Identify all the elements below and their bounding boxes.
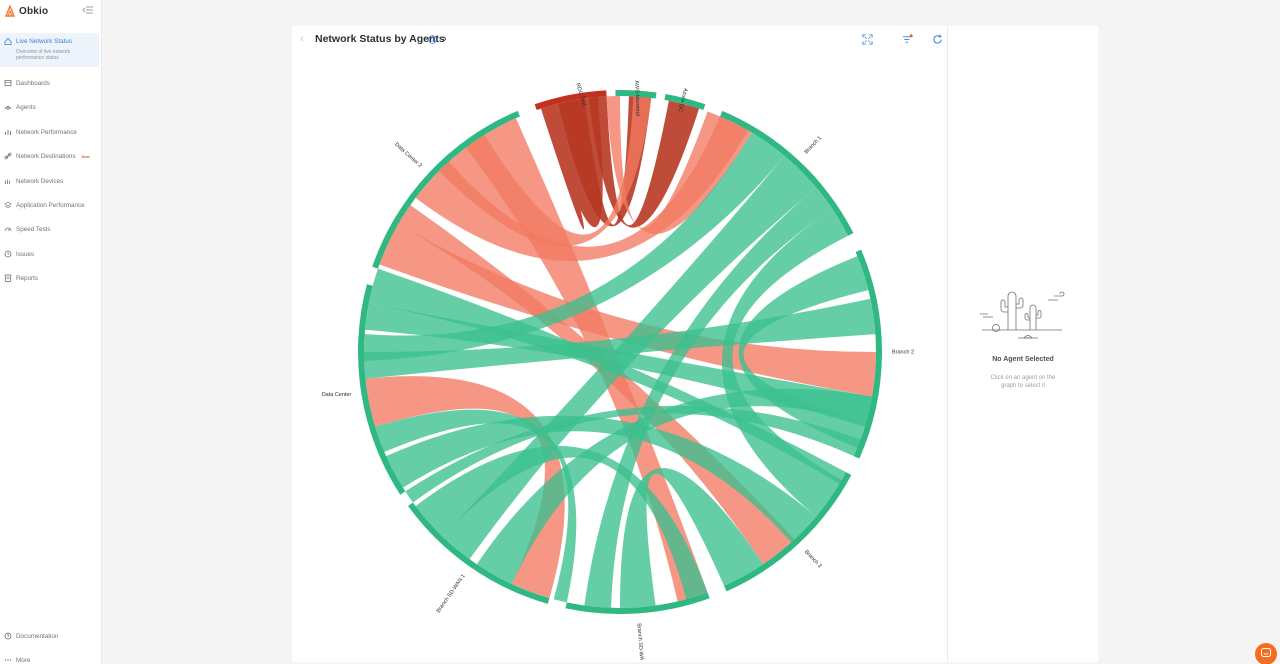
devices-icon <box>5 179 10 184</box>
agent-label-branch3[interactable]: Branch 3 <box>803 549 822 569</box>
agent-label-aws-montreal[interactable]: AWS-Montreal <box>633 80 640 116</box>
report-icon <box>4 274 12 282</box>
next-view-icon[interactable]: › <box>443 33 451 45</box>
fullscreen-icon[interactable] <box>862 34 873 45</box>
collapse-sidebar-icon[interactable] <box>82 5 94 15</box>
sidebar-item-network-devices[interactable]: Network Devices <box>0 173 100 189</box>
gauge-icon <box>4 227 12 232</box>
chat-support-button[interactable] <box>1255 643 1277 664</box>
empty-state-description: Click on an agent on the graph to select… <box>990 375 1056 389</box>
page-title: Network Status by Agents <box>315 33 445 45</box>
agent-label-data-center2[interactable]: Data Center 2 <box>393 142 422 169</box>
agents-icon <box>4 106 12 110</box>
more-icon <box>4 659 12 661</box>
sidebar-item-live-network-status[interactable]: Live Network Status <box>0 33 100 49</box>
new-badge: New <box>81 153 90 159</box>
sidebar-item-label: Network Destinations <box>16 152 76 160</box>
sidebar-item-label: Speed Tests <box>16 225 51 233</box>
sidebar-item-label: More <box>16 656 31 664</box>
agent-label-data-center[interactable]: Data Center <box>322 392 352 398</box>
sidebar-item-label: Issues <box>16 250 35 258</box>
sidebar-item-label: Dashboards <box>16 79 50 87</box>
link-icon <box>4 152 12 160</box>
nav-item-description: Overview of live network performance sta… <box>16 49 71 61</box>
svg-text:?: ? <box>431 37 434 43</box>
sidebar-item-reports[interactable]: Reports <box>0 270 100 286</box>
layers-icon <box>4 201 12 209</box>
home-icon <box>4 37 12 45</box>
sidebar-item-more[interactable]: More <box>0 652 100 664</box>
panel-divider <box>947 26 948 662</box>
sidebar-item-label: Application Performance <box>16 201 85 209</box>
bar-chart-icon <box>5 130 11 135</box>
sidebar-item-label: Documentation <box>16 632 59 640</box>
filter-icon[interactable] <box>902 34 913 45</box>
sidebar-item-documentation[interactable]: Documentation <box>0 628 100 644</box>
sidebar-item-speed-tests[interactable]: Speed Tests <box>0 221 100 237</box>
sidebar-item-network-performance[interactable]: Network Performance <box>0 124 100 140</box>
cactus-illustration-icon <box>980 291 1065 339</box>
agent-label-branch2[interactable]: Branch 2 <box>892 349 914 355</box>
brand-name: Obkio <box>19 5 49 17</box>
sidebar-item-label: Reports <box>16 274 39 282</box>
sidebar-item-dashboards[interactable]: Dashboards <box>0 75 100 91</box>
agent-label-branch-sdwan1[interactable]: Branch SD-WAN 1 <box>436 573 467 614</box>
chord-ribbons <box>364 96 876 608</box>
sidebar: Obkio Live Network Status Dashboards Agent… <box>0 0 102 664</box>
agent-label-branch-sdwan[interactable]: Branch SD-WAN <box>636 623 645 660</box>
agent-label-branch1[interactable]: Branch 1 <box>804 135 823 155</box>
obkio-logo-icon <box>4 5 16 17</box>
help-circle-icon <box>4 632 12 640</box>
chat-icon <box>1261 648 1271 657</box>
chord-diagram[interactable]: RDC Test AWS-Montreal Azure-QCBranch 1Bran… <box>292 48 947 660</box>
previous-view-icon[interactable]: ‹ <box>300 33 308 45</box>
sidebar-item-label: Live Network Status <box>16 37 72 45</box>
sidebar-item-label: Network Performance <box>16 128 77 136</box>
sidebar-item-issues[interactable]: Issues <box>0 246 100 262</box>
sidebar-item-label: Agents <box>16 103 36 111</box>
sidebar-item-agents[interactable]: Agents <box>0 99 100 115</box>
brand-logo[interactable]: Obkio <box>4 5 48 17</box>
help-icon[interactable]: ? <box>428 35 437 44</box>
sidebar-item-application-performance[interactable]: Application Performance <box>0 197 100 213</box>
clock-icon <box>4 250 12 258</box>
sidebar-item-label: Network Devices <box>16 177 64 185</box>
refresh-icon[interactable] <box>932 34 943 45</box>
dashboard-icon <box>4 80 12 86</box>
empty-state-title: No Agent Selected <box>992 356 1054 363</box>
sidebar-item-network-destinations[interactable]: Network Destinations New <box>0 148 100 164</box>
